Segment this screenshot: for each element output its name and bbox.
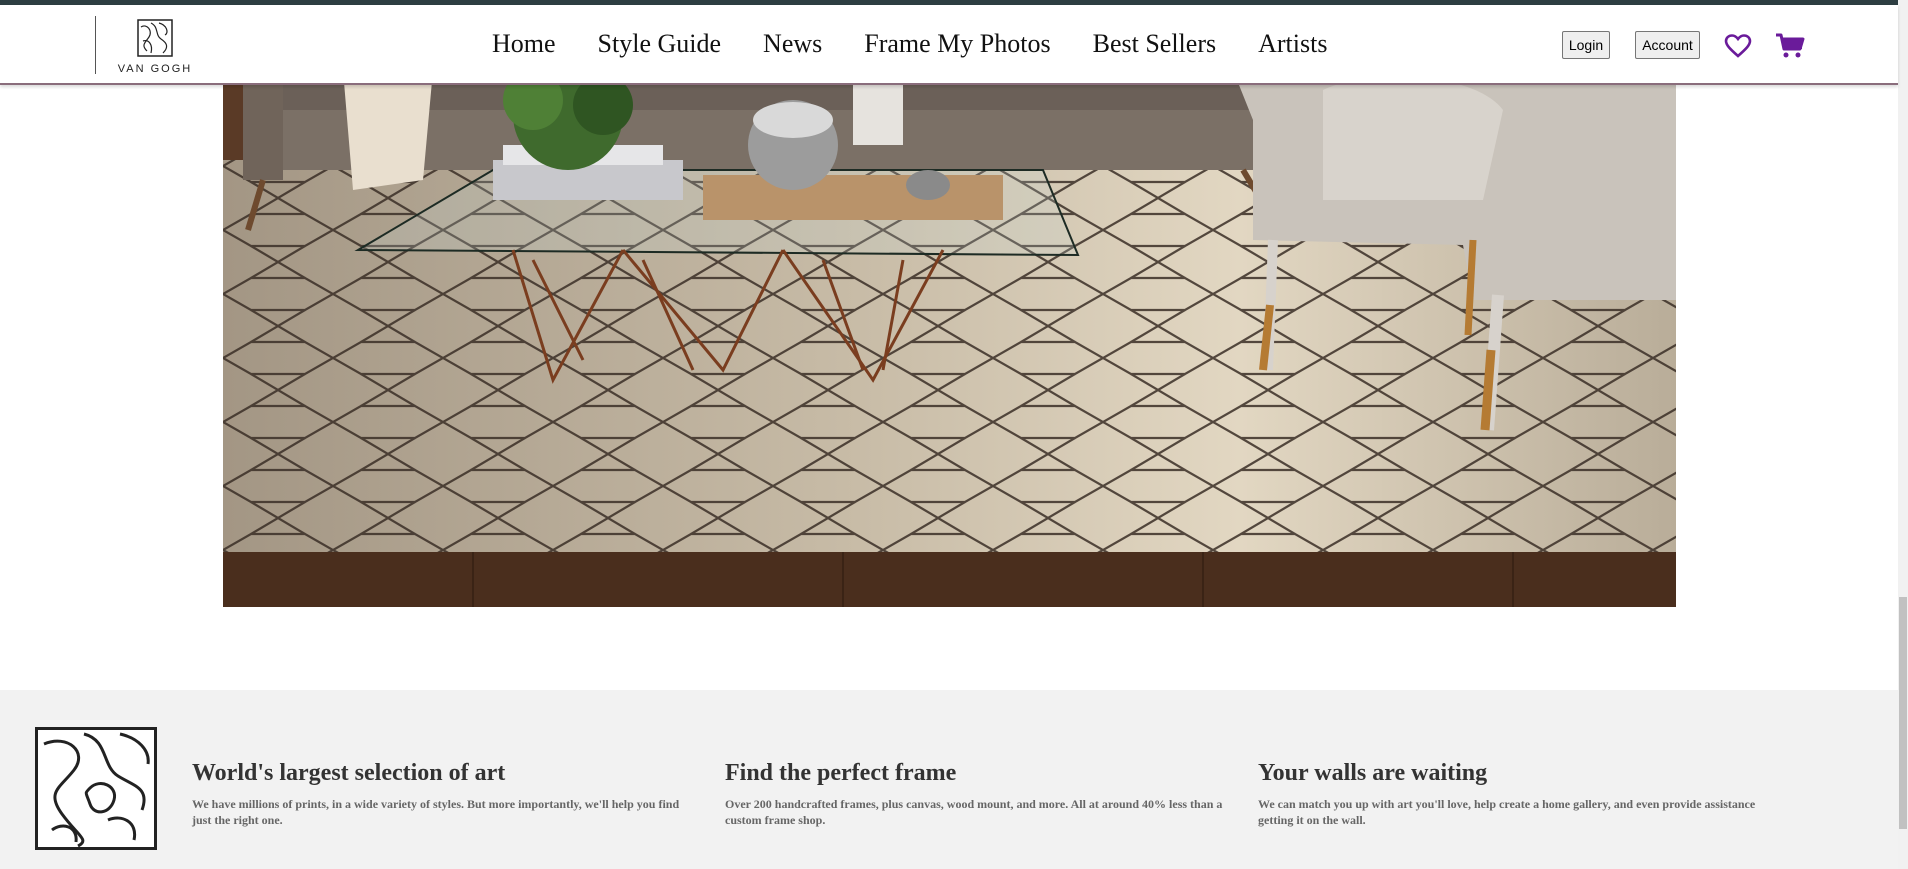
feature-title: Find the perfect frame [725,760,957,786]
nav-best-sellers[interactable]: Best Sellers [1093,29,1217,59]
account-button[interactable]: Account [1635,31,1700,59]
feature-title: World's largest selection of art [192,760,506,786]
heart-icon[interactable] [1724,34,1752,63]
feature-text: We have millions of prints, in a wide va… [192,797,680,827]
feature-text: Over 200 handcrafted frames, plus canvas… [725,797,1223,827]
login-button[interactable]: Login [1562,31,1610,59]
logo-divider [95,16,96,74]
main-nav: Home Style Guide News Frame My Photos Be… [492,29,1369,59]
feature-walls-waiting: Your walls are waiting We can match you … [1258,760,1758,828]
hero-room-image [223,70,1676,607]
nav-news[interactable]: News [763,29,822,59]
feature-art-selection: World's largest selection of art We have… [192,760,692,828]
feature-text: We can match you up with art you'll love… [1258,797,1756,827]
nav-artists[interactable]: Artists [1258,29,1327,59]
nav-style-guide[interactable]: Style Guide [598,29,722,59]
brand-logo[interactable]: VAN GOGH [115,19,195,79]
page-scrollbar[interactable] [1898,0,1908,869]
scrollbar-thumb[interactable] [1899,597,1907,829]
topographic-pattern-icon [35,727,157,850]
living-room-photo [223,70,1676,607]
feature-title: Your walls are waiting [1258,760,1488,786]
brand-name: VAN GOGH [117,63,193,75]
topographic-logo-icon [137,19,173,57]
nav-frame-my-photos[interactable]: Frame My Photos [864,29,1050,59]
cart-icon[interactable] [1775,32,1805,65]
nav-home[interactable]: Home [492,29,556,59]
site-header: VAN GOGH Home Style Guide News Frame My … [0,5,1898,85]
feature-perfect-frame: Find the perfect frame Over 200 handcraf… [725,760,1225,828]
feature-strip: World's largest selection of art We have… [0,690,1898,869]
